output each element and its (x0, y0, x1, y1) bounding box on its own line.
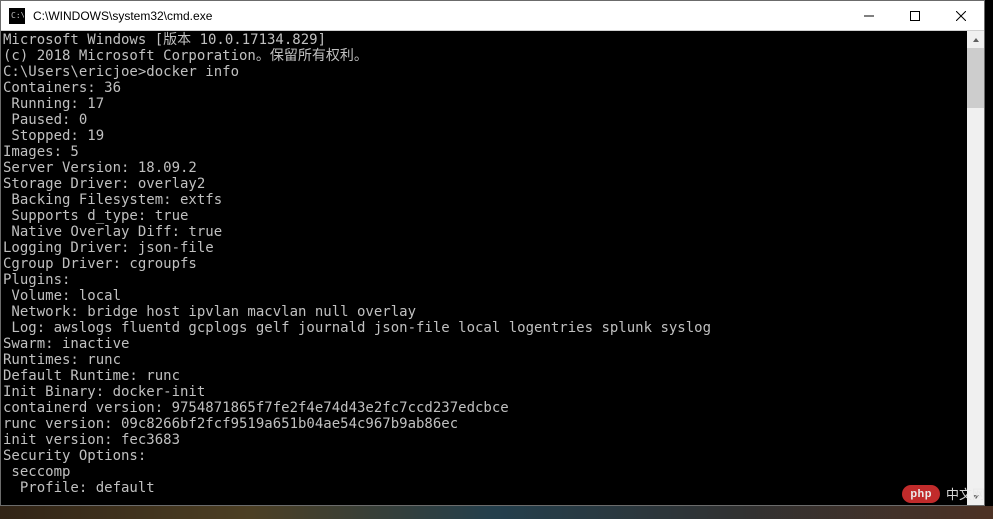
terminal-line: (c) 2018 Microsoft Corporation。保留所有权利。 (3, 48, 967, 64)
terminal-line: Paused: 0 (3, 112, 967, 128)
scroll-up-button[interactable] (967, 31, 984, 48)
cmd-icon: C:\ (9, 8, 25, 24)
terminal-line: Containers: 36 (3, 80, 967, 96)
terminal-line: Network: bridge host ipvlan macvlan null… (3, 304, 967, 320)
terminal-line: Microsoft Windows [版本 10.0.17134.829] (3, 32, 967, 48)
terminal-line: Server Version: 18.09.2 (3, 160, 967, 176)
terminal-line: Log: awslogs fluentd gcplogs gelf journa… (3, 320, 967, 336)
terminal-line: Storage Driver: overlay2 (3, 176, 967, 192)
maximize-button[interactable] (892, 1, 938, 30)
terminal-output[interactable]: Microsoft Windows [版本 10.0.17134.829](c)… (1, 31, 967, 505)
terminal-line: Profile: default (3, 480, 967, 496)
scrollbar-thumb[interactable] (967, 48, 984, 108)
watermark-badge: php (902, 485, 940, 503)
terminal-line: Runtimes: runc (3, 352, 967, 368)
taskbar-strip (0, 506, 993, 519)
watermark-text: 中文网 (946, 484, 985, 503)
terminal-line: Plugins: (3, 272, 967, 288)
cmd-window: C:\ C:\WINDOWS\system32\cmd.exe Microsof… (0, 0, 985, 506)
titlebar: C:\ C:\WINDOWS\system32\cmd.exe (1, 1, 984, 31)
terminal-line: Backing Filesystem: extfs (3, 192, 967, 208)
close-button[interactable] (938, 1, 984, 30)
terminal-area: Microsoft Windows [版本 10.0.17134.829](c)… (1, 31, 984, 505)
terminal-line: Cgroup Driver: cgroupfs (3, 256, 967, 272)
window-controls (846, 1, 984, 30)
terminal-line: Default Runtime: runc (3, 368, 967, 384)
terminal-line: Logging Driver: json-file (3, 240, 967, 256)
terminal-line: seccomp (3, 464, 967, 480)
terminal-line: Stopped: 19 (3, 128, 967, 144)
terminal-line: C:\Users\ericjoe>docker info (3, 64, 967, 80)
svg-text:C:\: C:\ (11, 11, 24, 20)
terminal-line: Init Binary: docker-init (3, 384, 967, 400)
terminal-line: containerd version: 9754871865f7fe2f4e74… (3, 400, 967, 416)
terminal-line: init version: fec3683 (3, 432, 967, 448)
scrollbar-track[interactable] (967, 48, 984, 488)
terminal-line: Images: 5 (3, 144, 967, 160)
terminal-line: Security Options: (3, 448, 967, 464)
terminal-line: Swarm: inactive (3, 336, 967, 352)
window-title: C:\WINDOWS\system32\cmd.exe (31, 9, 846, 23)
terminal-line: runc version: 09c8266bf2fcf9519a651b04ae… (3, 416, 967, 432)
watermark: php 中文网 (902, 484, 985, 503)
terminal-line: Supports d_type: true (3, 208, 967, 224)
terminal-line: Running: 17 (3, 96, 967, 112)
terminal-line: Native Overlay Diff: true (3, 224, 967, 240)
terminal-line: Volume: local (3, 288, 967, 304)
minimize-button[interactable] (846, 1, 892, 30)
vertical-scrollbar (967, 31, 984, 505)
